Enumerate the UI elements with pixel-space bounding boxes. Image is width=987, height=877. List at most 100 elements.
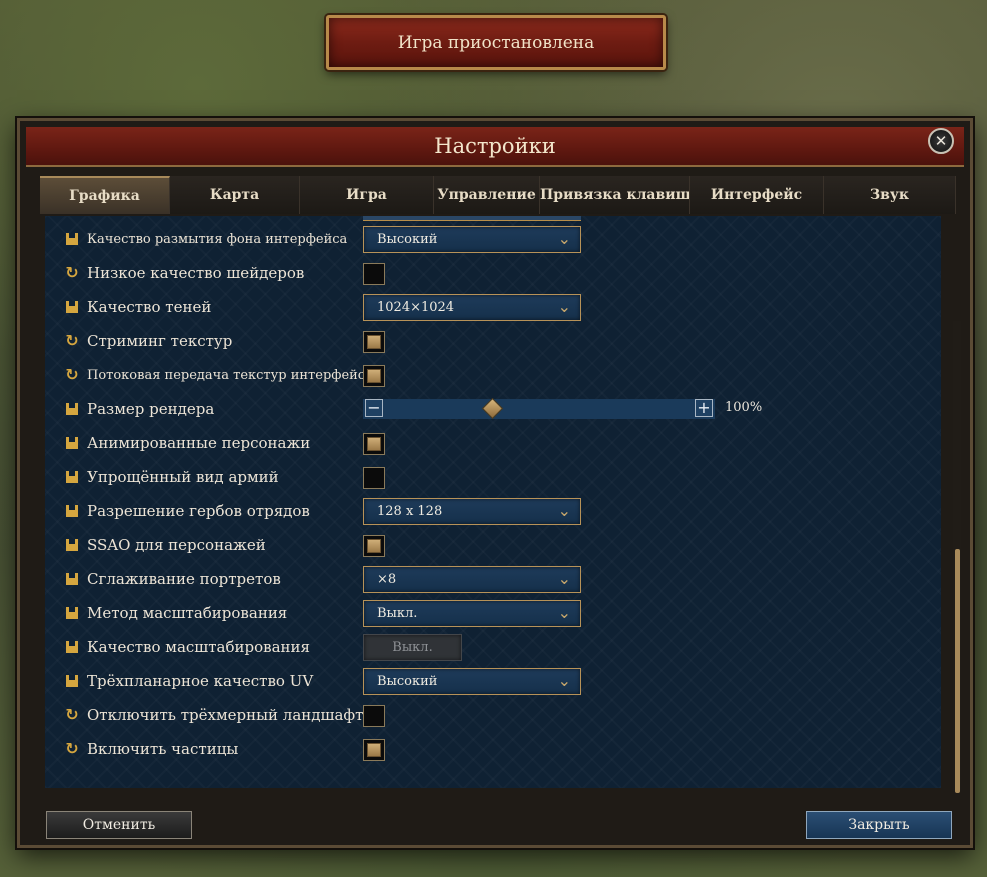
setting-row: ↻ Включить частицы [45,734,941,764]
save-icon [65,436,79,450]
dropdown-value: Высокий [377,674,438,689]
setting-checkbox[interactable] [363,365,385,387]
slider-value: 100% [725,400,763,415]
setting-checkbox[interactable] [363,467,385,489]
save-icon [65,504,79,518]
render-size-slider[interactable]: − + [363,397,715,420]
setting-row: ↻ Стриминг текстур [45,326,941,356]
setting-label: Разрешение гербов отрядов [87,502,310,520]
refresh-icon: ↻ [65,365,79,384]
close-button[interactable]: Закрыть [806,811,952,839]
window-title: Настройки [434,134,556,158]
chevron-down-icon: ⌄ [557,569,571,588]
settings-list: Качество размытия фона интерфейса Высокий… [45,216,941,788]
setting-row: Размер рендера − +100% [45,394,941,424]
settings-window: Настройки Графика Карта Игра Управление … [17,118,973,848]
dropdown-value: ×8 [377,572,397,587]
setting-row: Метод масштабирования Выкл. ⌄ [45,598,941,628]
chevron-down-icon: ⌄ [557,229,571,248]
setting-label: Качество теней [87,298,212,316]
setting-label: Включить частицы [87,740,239,758]
setting-checkbox[interactable] [363,331,385,353]
cancel-button[interactable]: Отменить [46,811,192,839]
slider-decrease-button[interactable]: − [365,399,383,417]
setting-dropdown: Выкл. [363,634,462,661]
paused-banner: Игра приостановлена [326,15,666,70]
dropdown-value: Высокий [377,232,438,247]
setting-dropdown[interactable]: 128 x 128 ⌄ [363,498,581,525]
setting-label: Трёхпланарное качество UV [87,672,314,690]
dropdown-value: 128 x 128 [377,504,443,519]
setting-dropdown[interactable]: Выкл. ⌄ [363,600,581,627]
save-icon [65,402,79,416]
refresh-icon: ↻ [65,739,79,758]
setting-row: SSAO для персонажей [45,530,941,560]
close-icon[interactable]: ✕ [928,128,954,154]
setting-label: Качество масштабирования [87,638,310,656]
tab-sound[interactable]: Звук [824,176,956,214]
save-icon [65,538,79,552]
tab-bar: Графика Карта Игра Управление Привязка к… [40,176,956,214]
dropdown-value: Выкл. [392,640,433,655]
setting-row: ↻ Потоковая передача текстур интерфейса [45,360,941,390]
tab-graphics[interactable]: Графика [40,176,170,214]
save-icon [65,640,79,654]
setting-label: Потоковая передача текстур интерфейса [87,368,373,383]
partial-dropdown [363,216,581,221]
refresh-icon: ↻ [65,331,79,350]
chevron-down-icon: ⌄ [557,671,571,690]
setting-label: Размер рендера [87,400,215,418]
setting-dropdown[interactable]: 1024×1024 ⌄ [363,294,581,321]
tab-game[interactable]: Игра [300,176,434,214]
setting-checkbox[interactable] [363,263,385,285]
tab-controls[interactable]: Управление [434,176,540,214]
save-icon [65,572,79,586]
setting-row: Разрешение гербов отрядов 128 x 128 ⌄ [45,496,941,526]
save-icon [65,232,79,246]
save-icon [65,300,79,314]
scrollbar-thumb[interactable] [955,549,960,793]
paused-text: Игра приостановлена [397,32,595,53]
dropdown-value: 1024×1024 [377,300,455,315]
setting-row: Качество теней 1024×1024 ⌄ [45,292,941,322]
save-icon [65,470,79,484]
setting-row: Качество размытия фона интерфейса Высокий… [45,224,941,254]
setting-row: ↻ Низкое качество шейдеров [45,258,941,288]
save-icon [65,606,79,620]
chevron-down-icon: ⌄ [557,297,571,316]
setting-row: Сглаживание портретов ×8 ⌄ [45,564,941,594]
refresh-icon: ↻ [65,263,79,282]
chevron-down-icon: ⌄ [557,603,571,622]
dropdown-value: Выкл. [377,606,418,621]
setting-row: Анимированные персонажи [45,428,941,458]
setting-checkbox[interactable] [363,705,385,727]
setting-label: Сглаживание портретов [87,570,281,588]
refresh-icon: ↻ [65,705,79,724]
setting-label: Отключить трёхмерный ландшафт [87,706,364,724]
slider-track[interactable] [363,399,715,419]
setting-row: Качество масштабирования Выкл. [45,632,941,662]
save-icon [65,674,79,688]
tab-interface[interactable]: Интерфейс [690,176,824,214]
setting-row: ↻ Отключить трёхмерный ландшафт [45,700,941,730]
setting-row: Упрощённый вид армий [45,462,941,492]
setting-dropdown[interactable]: Высокий ⌄ [363,226,581,253]
setting-checkbox[interactable] [363,433,385,455]
setting-checkbox[interactable] [363,739,385,761]
setting-row: Трёхпланарное качество UV Высокий ⌄ [45,666,941,696]
tab-keybindings[interactable]: Привязка клавиш вво [540,176,690,214]
setting-label: Низкое качество шейдеров [87,264,305,282]
slider-increase-button[interactable]: + [695,399,713,417]
setting-label: Стриминг текстур [87,332,233,350]
setting-checkbox[interactable] [363,535,385,557]
setting-dropdown[interactable]: Высокий ⌄ [363,668,581,695]
setting-label: Качество размытия фона интерфейса [87,232,348,247]
tab-map[interactable]: Карта [170,176,300,214]
setting-dropdown[interactable]: ×8 ⌄ [363,566,581,593]
setting-label: Метод масштабирования [87,604,288,622]
setting-label: SSAO для персонажей [87,536,266,554]
setting-label: Упрощённый вид армий [87,468,279,486]
chevron-down-icon: ⌄ [557,501,571,520]
setting-label: Анимированные персонажи [87,434,311,452]
window-titlebar: Настройки [26,127,964,167]
